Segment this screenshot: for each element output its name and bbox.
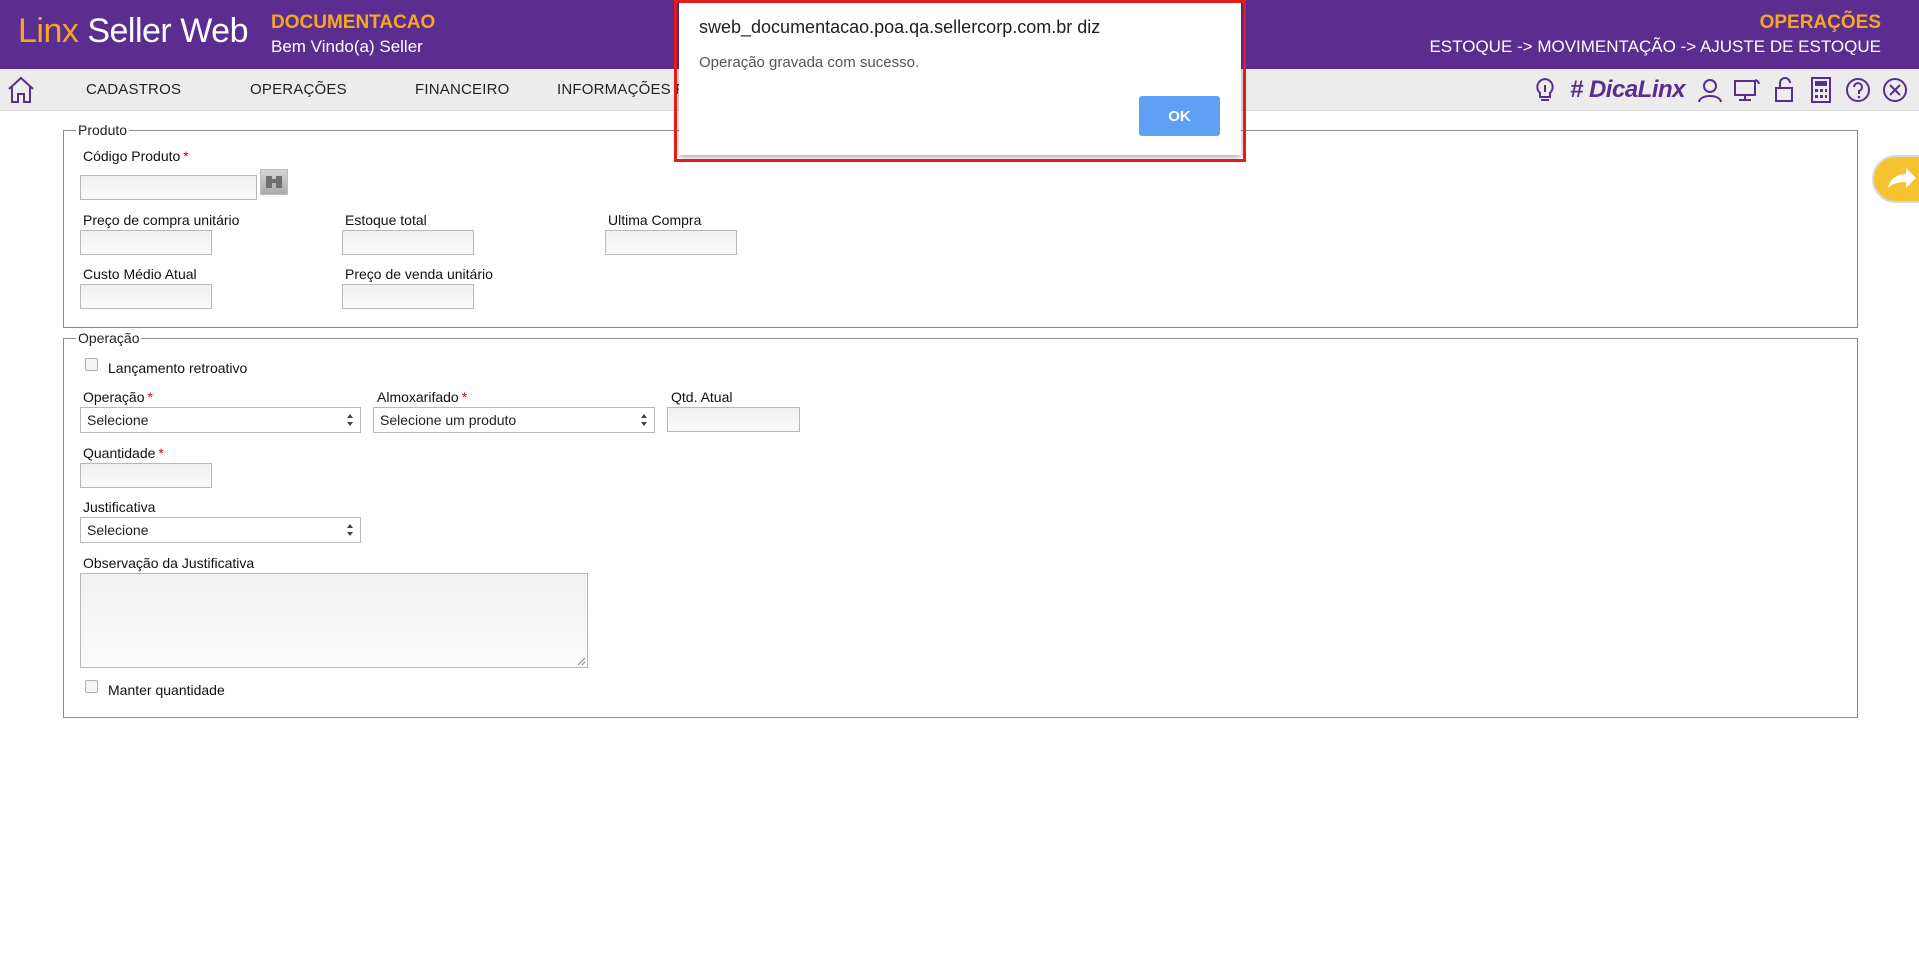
toolbar-icons: # DicaLinx [1531, 74, 1909, 106]
codigo-produto-label-text: Código Produto [83, 148, 181, 164]
estoque-total-label: Estoque total [345, 212, 427, 228]
preco-compra-input [80, 230, 212, 255]
menu-operacoes[interactable]: OPERAÇÕES [250, 81, 347, 98]
observacao-label: Observação da Justificativa [83, 555, 255, 571]
custo-medio-label: Custo Médio Atual [83, 266, 197, 282]
lancamento-retroativo-label: Lançamento retroativo [108, 360, 248, 376]
quantidade-input[interactable] [80, 463, 212, 488]
produto-legend: Produto [78, 122, 128, 138]
qtd-atual-input [667, 407, 800, 432]
preco-compra-label: Preço de compra unitário [83, 212, 240, 228]
logo-linx-text: Linx [18, 12, 79, 50]
operacao-select[interactable]: Selecione [80, 407, 361, 433]
required-mark: * [158, 445, 164, 461]
codigo-produto-input[interactable] [80, 175, 257, 200]
search-product-button[interactable] [260, 169, 288, 195]
almoxarifado-label: Almoxarifado * [377, 389, 467, 405]
operacao-label: Operação * [83, 389, 153, 405]
select-arrows-icon [347, 524, 353, 536]
justificativa-select-value: Selecione [87, 522, 149, 538]
user-icon[interactable] [1696, 76, 1724, 104]
help-icon[interactable] [1844, 76, 1872, 104]
quantidade-label-text: Quantidade [83, 445, 156, 461]
custo-medio-input [80, 284, 212, 309]
logo-seller-web-text: Seller Web [78, 12, 248, 50]
observacao-textarea[interactable] [80, 573, 588, 668]
quantidade-label: Quantidade * [83, 445, 164, 461]
welcome-text: Bem Vindo(a) Seller [271, 37, 423, 56]
lock-icon[interactable] [1770, 76, 1798, 104]
app-logo[interactable]: Linx Seller Web [18, 12, 248, 51]
monitor-icon[interactable] [1733, 76, 1761, 104]
ultima-compra-input [605, 230, 737, 255]
binoculars-icon [266, 176, 282, 188]
select-arrows-icon [641, 414, 647, 426]
dicalinx-link[interactable]: # DicaLinx [1568, 76, 1687, 104]
menu-cadastros[interactable]: CADASTROS [86, 81, 181, 98]
share-arrow-icon [1888, 168, 1916, 188]
almoxarifado-select-value: Selecione um produto [380, 412, 517, 428]
operacao-legend: Operação [78, 330, 140, 346]
preco-venda-input [342, 284, 474, 309]
required-mark: * [183, 148, 189, 164]
justificativa-label: Justificativa [83, 499, 156, 515]
almoxarifado-label-text: Almoxarifado [377, 389, 459, 405]
breadcrumb: ESTOQUE -> MOVIMENTAÇÃO -> AJUSTE DE EST… [1429, 37, 1881, 56]
select-arrows-icon [347, 414, 353, 426]
almoxarifado-select[interactable]: Selecione um produto [373, 407, 655, 433]
section-title: OPERAÇÕES [1759, 12, 1881, 33]
lightbulb-icon[interactable] [1531, 76, 1559, 104]
justificativa-select[interactable]: Selecione [80, 517, 361, 543]
resize-handle-icon[interactable] [576, 656, 586, 666]
side-shortcut-button[interactable] [1872, 155, 1919, 203]
company-name: DOCUMENTACAO [271, 12, 436, 33]
preco-venda-label: Preço de venda unitário [345, 266, 493, 282]
estoque-total-input [342, 230, 474, 255]
close-icon[interactable] [1881, 76, 1909, 104]
lancamento-retroativo-checkbox[interactable] [85, 358, 98, 371]
alert-highlight-frame [674, 0, 1246, 162]
ultima-compra-label: Ultima Compra [608, 212, 702, 228]
required-mark: * [147, 389, 153, 405]
menu-financeiro[interactable]: FINANCEIRO [415, 81, 510, 98]
operacao-select-value: Selecione [87, 412, 149, 428]
home-icon[interactable] [6, 75, 36, 105]
required-mark: * [461, 389, 468, 405]
codigo-produto-label: Código Produto * [83, 148, 189, 164]
manter-quantidade-checkbox[interactable] [85, 680, 98, 693]
qtd-atual-label: Qtd. Atual [671, 389, 733, 405]
manter-quantidade-label: Manter quantidade [108, 682, 225, 698]
calculator-icon[interactable] [1807, 76, 1835, 104]
operacao-label-text: Operação [83, 389, 145, 405]
